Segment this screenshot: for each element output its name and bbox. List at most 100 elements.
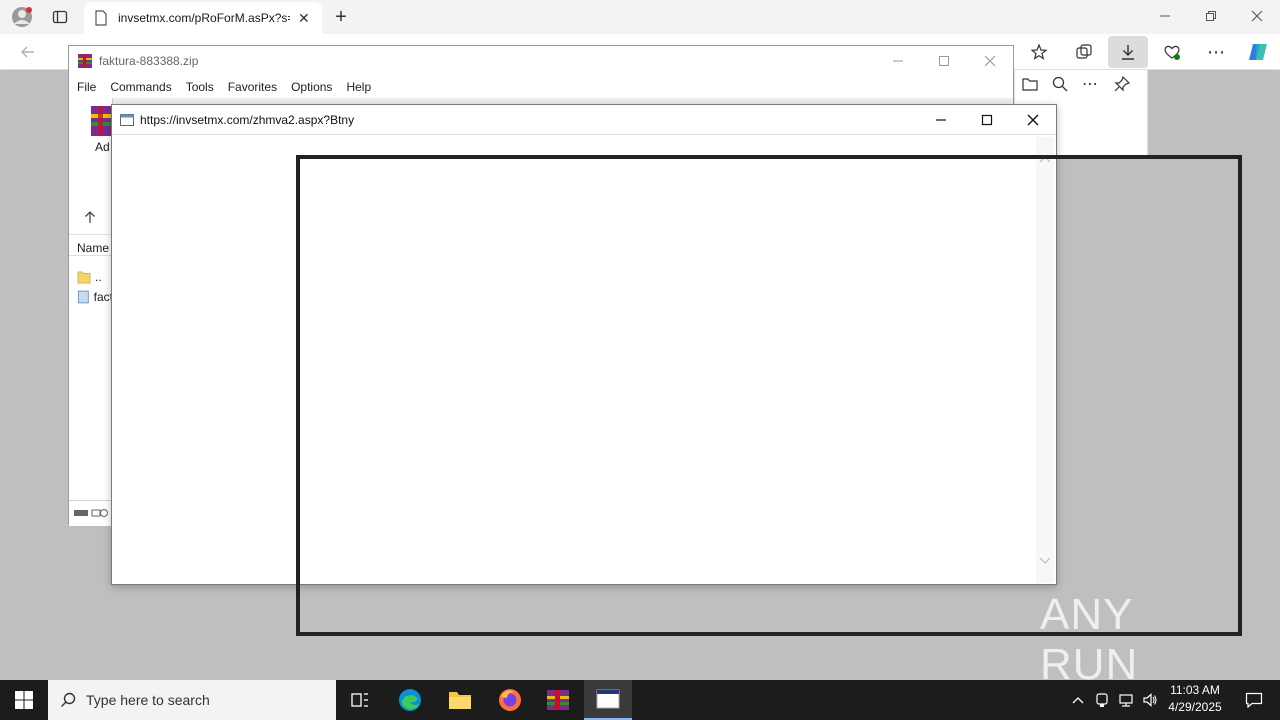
browser-restore-button[interactable] — [1188, 0, 1234, 32]
anyrun-watermark: ANY RUN — [1040, 590, 1240, 689]
open-folder-button[interactable] — [1017, 72, 1043, 96]
tray-device-button[interactable] — [1090, 680, 1114, 720]
window-icon — [596, 689, 620, 709]
tab-actions-icon — [52, 10, 68, 24]
tray-network-button[interactable] — [1114, 680, 1138, 720]
back-button[interactable] — [14, 38, 42, 66]
close-icon — [984, 55, 996, 67]
folder-icon — [449, 692, 471, 709]
tab-title: invsetmx.com/pRoForM.asPx?s= — [118, 11, 290, 25]
menu-tools[interactable]: Tools — [186, 80, 214, 94]
taskbar-firefox-button[interactable] — [486, 680, 534, 720]
menu-favorites[interactable]: Favorites — [228, 80, 277, 94]
search-icon — [1052, 76, 1068, 92]
tab-close-icon[interactable]: ✕ — [298, 10, 310, 27]
more-dots-icon: ⋯ — [1082, 76, 1098, 93]
winrar-app-icon — [547, 690, 569, 710]
archive-add-icon — [91, 106, 111, 136]
add-toolbar-label: Ad — [95, 140, 110, 154]
menu-file[interactable]: File — [77, 80, 96, 94]
downloads-button[interactable] — [1108, 36, 1148, 68]
taskbar-explorer-button[interactable] — [436, 680, 484, 720]
speaker-icon — [1143, 693, 1157, 707]
show-hidden-icons-button[interactable] — [1066, 680, 1090, 720]
network-icon — [1119, 694, 1133, 707]
taskbar-edge-button[interactable] — [386, 680, 434, 720]
winrar-titlebar: faktura-883388.zip — [69, 46, 1013, 76]
add-toolbar-button[interactable]: Ad — [89, 104, 113, 154]
watermark-text: ANY RUN — [1040, 590, 1139, 689]
taskbar-clock[interactable]: 11:03 AM 4/29/2025 — [1160, 682, 1230, 718]
list-item[interactable]: fact — [77, 288, 113, 306]
copilot-button[interactable] — [1244, 38, 1272, 66]
menu-options[interactable]: Options — [291, 80, 332, 94]
notification-icon — [1245, 692, 1263, 708]
search-icon — [61, 692, 76, 707]
tray-volume-button[interactable] — [1138, 680, 1162, 720]
scroll-up-icon[interactable] — [1039, 155, 1051, 163]
search-placeholder: Type here to search — [86, 692, 210, 708]
popup-maximize-button[interactable] — [964, 105, 1010, 135]
device-icon — [1096, 693, 1108, 707]
minimize-icon — [1160, 15, 1170, 17]
edge-icon — [399, 689, 421, 711]
collections-button[interactable] — [1070, 38, 1098, 66]
tab-actions-button[interactable] — [46, 4, 74, 30]
minimize-icon — [936, 119, 946, 121]
star-list-icon — [1031, 43, 1048, 60]
download-icon — [1122, 45, 1134, 60]
taskbar-popup-window-button[interactable] — [584, 680, 632, 720]
new-tab-button[interactable]: + — [328, 4, 354, 30]
drive-status-icon — [74, 508, 108, 517]
folder-icon — [77, 271, 91, 284]
pin-panel-button[interactable] — [1109, 72, 1135, 96]
start-button[interactable] — [0, 680, 48, 720]
task-view-button[interactable] — [336, 680, 384, 720]
popup-minimize-button[interactable] — [918, 105, 964, 135]
restore-icon — [1206, 11, 1216, 21]
popup-window: https://invsetmx.com/zhmva2.aspx?Btny — [111, 104, 1057, 585]
folder-icon — [1022, 78, 1038, 91]
popup-titlebar: https://invsetmx.com/zhmva2.aspx?Btny — [112, 105, 1056, 135]
column-name-label: Name — [77, 241, 110, 255]
firefox-icon — [499, 689, 521, 711]
taskbar-search-box[interactable]: Type here to search — [48, 680, 336, 720]
taskbar-winrar-button[interactable] — [534, 680, 582, 720]
clock-date: 4/29/2025 — [1168, 700, 1222, 714]
back-arrow-icon — [21, 46, 34, 58]
window-page-icon — [120, 113, 134, 126]
new-tab-icon: + — [335, 5, 347, 28]
winrar-minimize-button[interactable] — [875, 46, 921, 76]
popup-close-button[interactable] — [1010, 105, 1056, 135]
copilot-icon — [1249, 44, 1267, 60]
column-header-name[interactable]: Name — [69, 234, 113, 256]
maximize-icon — [939, 56, 949, 66]
profile-avatar[interactable] — [8, 4, 36, 30]
settings-more-button[interactable]: ⋯ — [1202, 38, 1230, 66]
browser-close-button[interactable] — [1234, 0, 1280, 32]
browser-tab[interactable]: invsetmx.com/pRoForM.asPx?s= ✕ — [84, 2, 322, 34]
windows-logo-icon — [15, 691, 33, 709]
up-folder-button[interactable] — [83, 210, 99, 226]
winrar-menubar: File Commands Tools Favorites Options He… — [69, 76, 1013, 98]
popup-scrollbar[interactable] — [1036, 137, 1054, 583]
winrar-title: faktura-883388.zip — [99, 54, 199, 68]
list-item[interactable]: .. — [77, 268, 113, 286]
maximize-icon — [981, 114, 993, 126]
scroll-down-icon[interactable] — [1039, 557, 1051, 565]
file-name: .. — [95, 270, 102, 284]
notifications-button[interactable] — [1230, 680, 1278, 720]
downloads-more-button[interactable]: ⋯ — [1077, 72, 1103, 96]
profile-icon — [12, 7, 32, 27]
browser-minimize-button[interactable] — [1142, 0, 1188, 32]
menu-help[interactable]: Help — [346, 80, 371, 94]
search-downloads-button[interactable] — [1047, 72, 1073, 96]
menu-commands[interactable]: Commands — [110, 80, 171, 94]
browser-essentials-button[interactable] — [1158, 38, 1186, 66]
winrar-maximize-button[interactable] — [921, 46, 967, 76]
close-icon — [1251, 10, 1263, 22]
winrar-close-button[interactable] — [967, 46, 1013, 76]
favorites-button[interactable] — [1026, 38, 1054, 66]
clock-time: 11:03 AM — [1170, 683, 1220, 697]
chevron-up-icon — [1072, 697, 1084, 704]
